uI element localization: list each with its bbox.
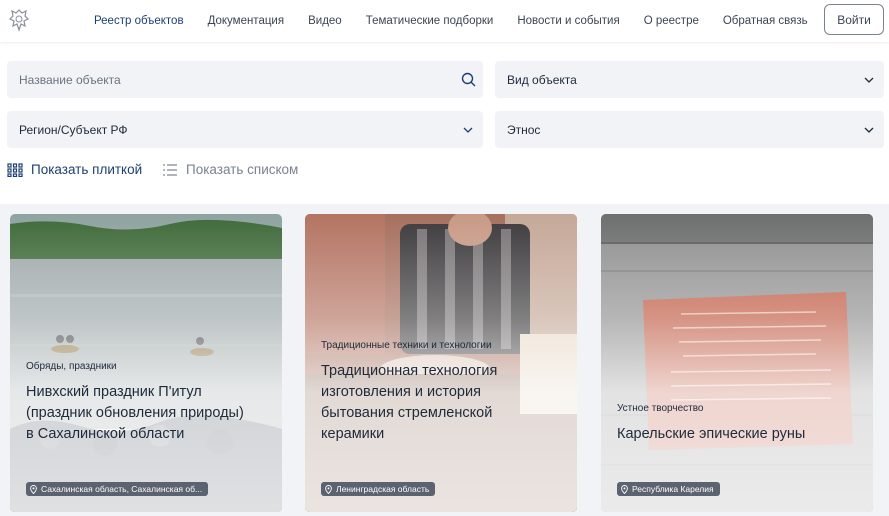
object-card[interactable]: Устное творчество Карельские эпические р…: [601, 214, 873, 512]
grid-icon: [7, 162, 23, 177]
region-label: Регион/Субъект РФ: [19, 122, 128, 137]
search-input[interactable]: [19, 72, 453, 87]
site-header: Реестр объектов Документация Видео Темат…: [0, 0, 889, 42]
ethnos-select[interactable]: Этнос: [495, 111, 884, 148]
show-list-label: Показать списком: [186, 162, 299, 177]
coat-of-arms-icon[interactable]: [8, 8, 30, 32]
login-button[interactable]: Войти: [824, 4, 884, 35]
location-pin-icon: [30, 484, 37, 494]
ethnos-label: Этнос: [507, 122, 541, 137]
nav-feedback[interactable]: Обратная связь: [723, 15, 808, 27]
object-type-label: Вид объекта: [507, 72, 577, 87]
nav-registry[interactable]: Реестр объектов: [94, 15, 184, 27]
nav-about[interactable]: О реестре: [644, 15, 699, 27]
card-category: Устное творчество: [617, 403, 704, 414]
main-nav: Реестр объектов Документация Видео Темат…: [94, 0, 832, 42]
show-tiles-label: Показать плиткой: [31, 162, 143, 177]
nav-collections[interactable]: Тематические подборки: [366, 15, 494, 27]
card-title: Традиционная технология изготовления и и…: [321, 363, 498, 442]
location-badge: Ленинградская область: [321, 482, 436, 496]
chevron-down-icon: [854, 127, 884, 133]
list-icon: [163, 163, 177, 176]
location-badge: Республика Карелия: [617, 482, 720, 496]
show-list-button[interactable]: Показать списком: [162, 162, 298, 177]
card-title: Нивхский праздник П'итул (праздник обнов…: [26, 384, 244, 442]
object-card[interactable]: Традиционные техники и технологии Традиц…: [305, 214, 577, 512]
show-tiles-button[interactable]: Показать плиткой: [7, 162, 142, 177]
card-category: Традиционные техники и технологии: [321, 340, 492, 351]
chevron-down-icon: [854, 77, 884, 83]
nav-video[interactable]: Видео: [308, 15, 342, 27]
nav-news[interactable]: Новости и события: [517, 15, 619, 27]
location-pin-icon: [325, 484, 332, 494]
region-select[interactable]: Регион/Субъект РФ: [7, 111, 483, 148]
card-category: Обряды, праздники: [26, 361, 117, 372]
object-type-select[interactable]: Вид объекта: [495, 61, 884, 98]
object-card[interactable]: Обряды, праздники Нивхский праздник П'ит…: [10, 214, 282, 512]
search-field: [7, 61, 483, 98]
card-title: Карельские эпические руны: [617, 426, 806, 442]
nav-documentation[interactable]: Документация: [208, 15, 285, 27]
location-pin-icon: [621, 484, 628, 494]
search-icon[interactable]: [453, 72, 483, 87]
chevron-down-icon: [453, 127, 483, 133]
location-badge: Сахалинская область, Сахалинская об...: [26, 482, 209, 496]
